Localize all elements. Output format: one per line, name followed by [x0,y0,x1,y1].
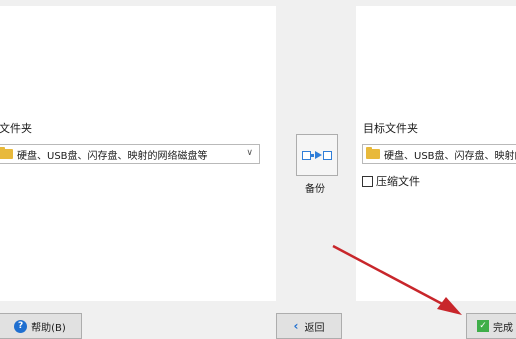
annotation-arrow [332,244,462,315]
